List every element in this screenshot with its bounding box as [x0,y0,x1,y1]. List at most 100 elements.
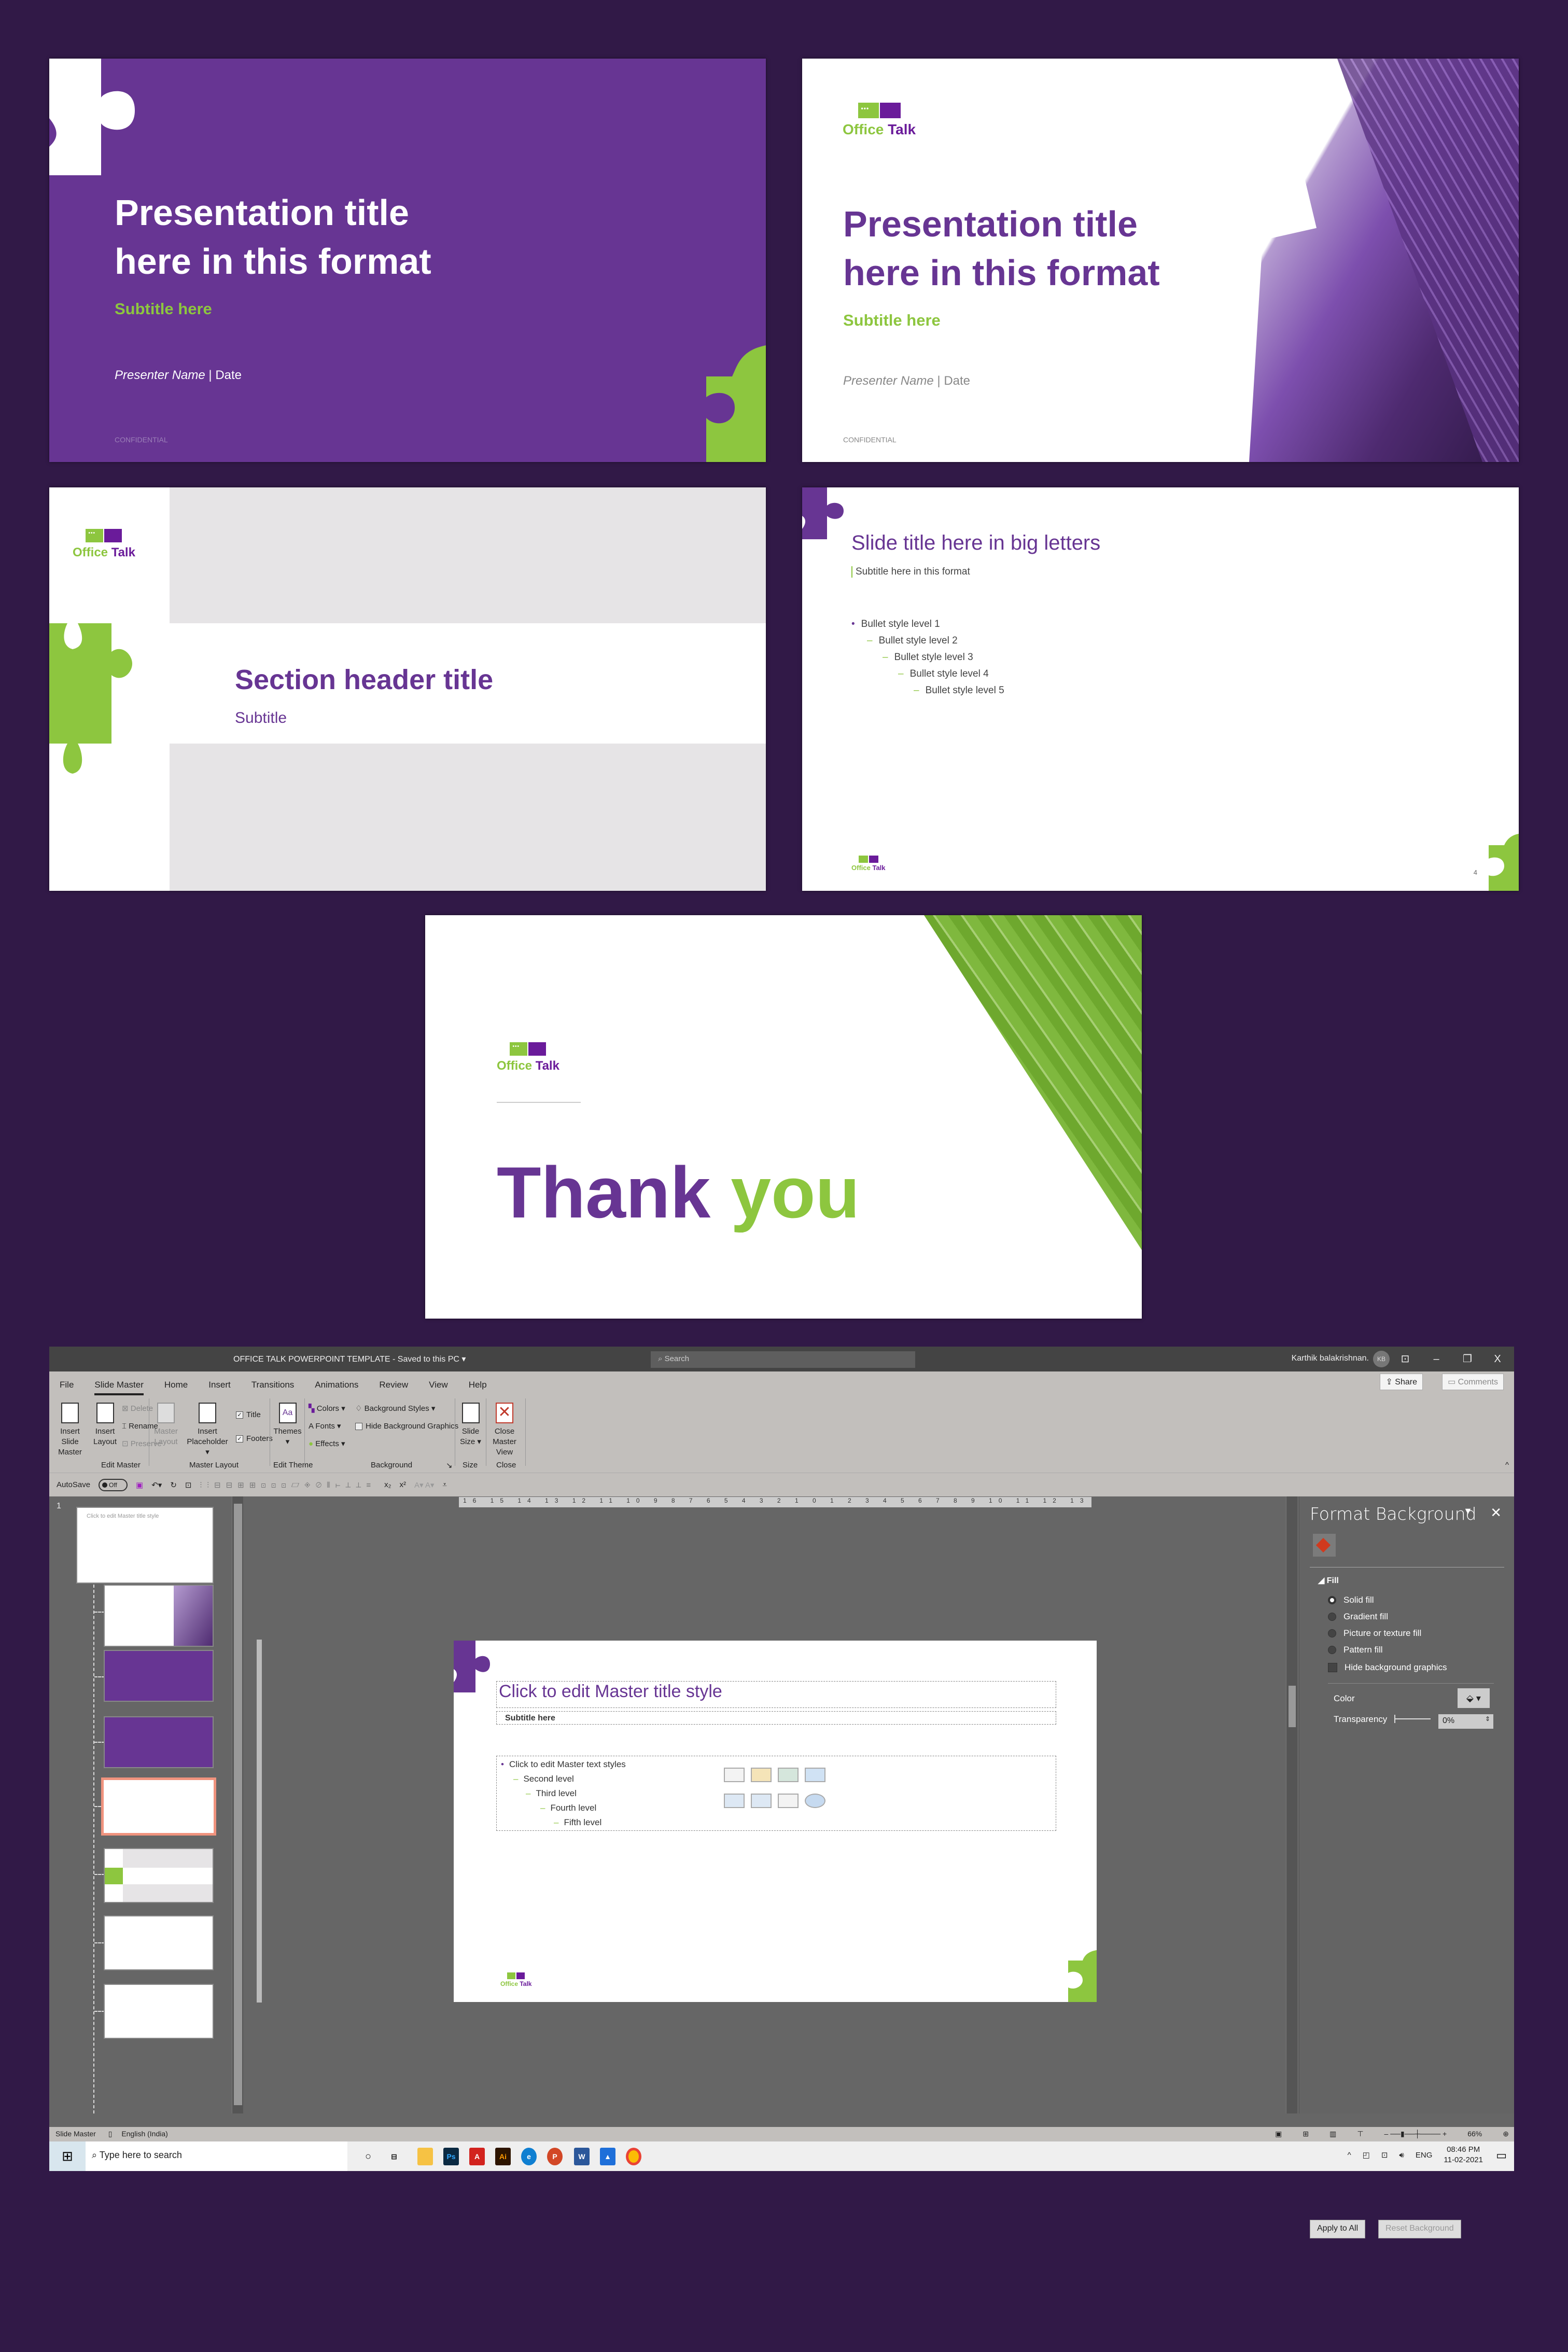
slide-size-button[interactable]: Slide Size ▾ [459,1403,482,1447]
powerpoint-icon[interactable]: P [547,2148,563,2165]
pattern-fill-radio[interactable]: Pattern fill [1328,1645,1383,1655]
tab-home[interactable]: Home [164,1380,188,1395]
insert-chart-icon[interactable] [751,1768,772,1782]
transparency-spinner[interactable]: 0% ⇕ [1438,1714,1493,1729]
thumbnail-layout-comparison[interactable] [104,1984,214,2039]
zoom-level[interactable]: 66% [1467,2130,1482,2138]
master-layout-button[interactable]: Master Layout [153,1403,179,1447]
fonts-button[interactable]: A Fonts ▾ [309,1421,341,1432]
acrobat-icon[interactable]: A [469,2148,485,2165]
share-button[interactable]: ⇪ Share [1380,1374,1423,1390]
user-name[interactable]: Karthik balakrishnan. [1292,1354,1369,1363]
fill-bucket-icon[interactable] [1313,1534,1336,1557]
subscript-icon[interactable]: x₂ [384,1480,391,1489]
tab-help[interactable]: Help [469,1380,487,1395]
document-title[interactable]: OFFICE TALK POWERPOINT TEMPLATE - Saved … [233,1354,466,1364]
subtitle-placeholder[interactable]: Subtitle here [496,1711,1056,1725]
cortana-icon[interactable]: ○ [360,2148,376,2165]
minimize-button[interactable]: – [1426,1351,1447,1367]
collapse-ribbon-icon[interactable]: ^ [1505,1461,1509,1469]
search-box[interactable]: ⌕ Search [651,1351,915,1368]
close-master-view-button[interactable]: ✕ Close Master View [489,1403,520,1458]
hide-background-graphics-checkbox[interactable]: Hide Background Graphics [355,1421,458,1432]
themes-button[interactable]: Aa Themes ▾ [273,1403,302,1447]
normal-view-icon[interactable]: ▣ [1275,2130,1282,2138]
font-color-icon[interactable]: A▾ A▾ [414,1480,434,1490]
slideshow-icon[interactable]: ⊤ [1357,2130,1363,2138]
fit-to-window-icon[interactable]: ⊕ [1503,2130,1509,2138]
thumbnail-layout-section-header[interactable] [104,1848,214,1903]
tab-view[interactable]: View [429,1380,448,1395]
thumbnail-layout-title-purple[interactable] [104,1650,214,1702]
tab-slide-master[interactable]: Slide Master [94,1380,144,1395]
fill-section-header[interactable]: ◢ Fill [1318,1575,1339,1586]
superscript-icon[interactable]: x² [400,1480,407,1489]
thumbnail-scrollbar[interactable] [232,1496,243,2113]
align-icons[interactable]: ⫶⫶⊟⊟⊞⊞⊡⊡⊡▱◈⊘⫴⊢⊥⊥≡ [200,1480,376,1490]
insert-video-icon[interactable] [778,1794,799,1808]
word-icon[interactable]: W [574,2148,590,2165]
undo-icon[interactable]: ↶▾ [151,1480,162,1490]
photos-icon[interactable]: ▲ [600,2148,615,2165]
slide-sorter-icon[interactable]: ⊞ [1303,2130,1309,2138]
language[interactable]: English (India) [121,2130,168,2138]
pane-close-icon[interactable]: ✕ [1490,1505,1502,1521]
insert-icon-icon[interactable] [805,1794,825,1808]
avatar[interactable]: KB [1373,1351,1390,1367]
apply-to-all-button[interactable]: Apply to All [1310,2220,1366,2238]
thumbnail-layout-title-building[interactable] [104,1585,214,1647]
network-icon[interactable]: ⊡ [1381,2150,1388,2160]
insert-smartart-icon[interactable] [778,1768,799,1782]
insert-placeholder-button[interactable]: Insert Placeholder ▾ [184,1403,231,1458]
color-picker-button[interactable]: ⬙ ▾ [1458,1688,1490,1708]
insert-picture-icon[interactable] [724,1794,745,1808]
transparency-slider[interactable] [1394,1715,1431,1723]
redo-icon[interactable]: ↻ [170,1480,177,1490]
save-icon[interactable]: ▣ [136,1480,143,1490]
thumbnail-layout-content-selected[interactable] [101,1777,216,1836]
effects-button[interactable]: ● Effects ▾ [309,1439,345,1449]
tab-file[interactable]: File [60,1380,74,1395]
restore-button[interactable]: ❐ [1457,1351,1478,1367]
language-indicator[interactable]: ENG [1416,2151,1433,2160]
comments-button[interactable]: ▭ Comments [1442,1374,1504,1390]
close-button[interactable]: X [1487,1351,1508,1367]
photoshop-icon[interactable]: Ps [443,2148,459,2165]
edge-icon[interactable]: e [521,2148,537,2165]
tab-animations[interactable]: Animations [315,1380,358,1395]
start-slideshow-icon[interactable]: ⊡ [185,1480,192,1490]
gradient-fill-radio[interactable]: Gradient fill [1328,1612,1388,1622]
hide-background-graphics-checkbox[interactable]: Hide background graphics [1328,1662,1447,1673]
insert-3d-model-icon[interactable] [805,1768,825,1782]
meet-now-icon[interactable]: ◰ [1363,2150,1370,2160]
canvas-scrollbar[interactable] [1286,1496,1297,2113]
tab-review[interactable]: Review [379,1380,408,1395]
proofing-icon[interactable]: ▯ [108,2130,113,2138]
tab-insert[interactable]: Insert [208,1380,231,1395]
customize-qat-icon[interactable]: ⩡ [442,1480,446,1489]
ribbon-display-options-icon[interactable]: ⊡ [1395,1351,1416,1367]
zoom-slider[interactable]: – ──▮──┼──── + [1384,2130,1447,2138]
picture-texture-fill-radio[interactable]: Picture or texture fill [1328,1628,1421,1639]
illustrator-icon[interactable]: Ai [495,2148,511,2165]
taskbar-search[interactable]: ⌕ Type here to search [86,2141,347,2171]
volume-icon[interactable]: 🔊︎ [1399,2151,1404,2160]
chrome-icon[interactable] [626,2148,641,2165]
master-title-placeholder[interactable]: Click to edit Master title style [496,1681,1056,1708]
background-styles-button[interactable]: ♢ Background Styles ▾ [355,1404,435,1414]
task-view-icon[interactable]: ⊟ [386,2148,402,2165]
insert-slide-master-button[interactable]: Insert Slide Master [54,1403,86,1458]
windows-start-icon[interactable]: ⊞ [49,2141,86,2171]
pane-options-dropdown-icon[interactable]: ▼ [1463,1506,1473,1517]
thumbnail-layout-two-content[interactable] [104,1915,214,1970]
thumbnail-layout-title-purple-building[interactable] [104,1716,214,1768]
footers-checkbox[interactable]: ✓ Footers [236,1434,273,1444]
notification-center-icon[interactable]: ▭ [1496,2149,1507,2162]
slide-editing-canvas[interactable]: Click to edit Master title style Subtitl… [454,1641,1097,2002]
reading-view-icon[interactable]: ▥ [1329,2130,1336,2138]
file-explorer-icon[interactable] [417,2148,433,2165]
autosave-toggle[interactable]: Off [99,1478,128,1491]
dialog-launcher-icon[interactable]: ↘ [446,1461,453,1470]
thumbnail-master[interactable]: Click to edit Master title style [76,1507,214,1584]
clock[interactable]: 08:46 PM 11-02-2021 [1444,2145,1483,2165]
